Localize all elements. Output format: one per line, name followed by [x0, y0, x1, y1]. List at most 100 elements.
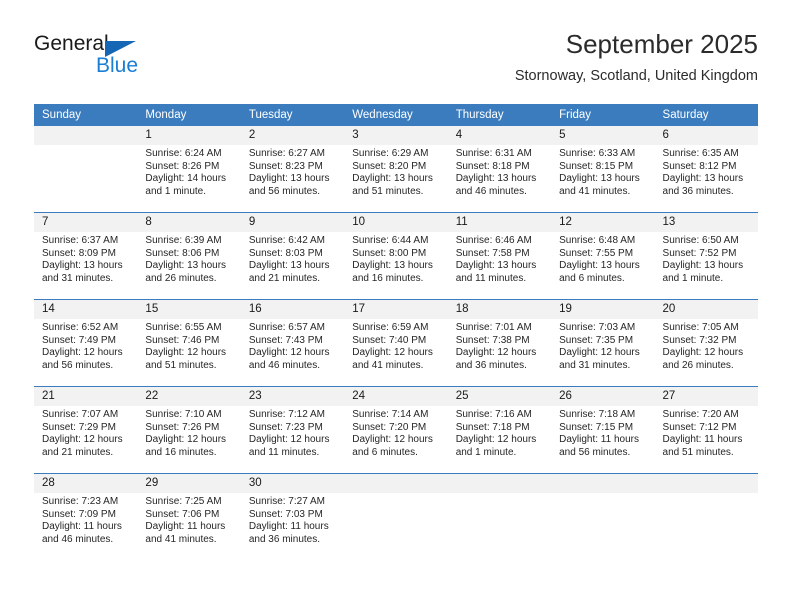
sunset-text: Sunset: 7:46 PM	[145, 334, 220, 346]
day-number-cell[interactable]: 8	[137, 213, 241, 232]
sunset-text: Sunset: 8:06 PM	[145, 247, 220, 259]
calendar-page: General Blue September 2025 Stornoway, S…	[0, 0, 792, 612]
day-number-cell[interactable]: 11	[447, 213, 552, 232]
daylight-text: Daylight: 13 hours and 51 minutes.	[352, 173, 433, 197]
day-detail-cell[interactable]: Sunrise: 6:48 AM Sunset: 7:55 PM Daylight:…	[551, 232, 655, 299]
empty-day-detail-cell	[551, 493, 655, 560]
sunrise-text: Sunrise: 6:52 AM	[42, 322, 119, 333]
daylight-text: Daylight: 12 hours and 36 minutes.	[455, 347, 537, 371]
sunrise-text: Sunrise: 6:42 AM	[248, 235, 325, 246]
day-number-cell[interactable]: 6	[654, 126, 758, 145]
day-number-cell[interactable]: 24	[344, 387, 448, 406]
day-number-cell[interactable]: 4	[447, 126, 552, 145]
sunrise-text: Sunrise: 6:29 AM	[352, 148, 429, 159]
day-detail-cell[interactable]: Sunrise: 6:52 AM Sunset: 7:49 PM Daylight:…	[34, 319, 138, 386]
sunrise-text: Sunrise: 6:31 AM	[455, 148, 532, 159]
day-number-cell[interactable]: 13	[654, 213, 758, 232]
day-number-cell[interactable]: 3	[344, 126, 448, 145]
day-detail-cell[interactable]: Sunrise: 6:46 AM Sunset: 7:58 PM Daylight:…	[447, 232, 552, 299]
sunrise-text: Sunrise: 6:37 AM	[42, 235, 119, 246]
day-detail-cell[interactable]: Sunrise: 6:35 AM Sunset: 8:12 PM Daylight:…	[654, 145, 758, 212]
sunset-text: Sunset: 7:52 PM	[662, 247, 737, 259]
day-detail-cell[interactable]: Sunrise: 6:42 AM Sunset: 8:03 PM Daylight:…	[240, 232, 345, 299]
sunset-text: Sunset: 7:06 PM	[145, 508, 220, 520]
daylight-text: Daylight: 13 hours and 26 minutes.	[145, 260, 227, 284]
calendar-table: Sunday Monday Tuesday Wednesday Thursday…	[34, 104, 758, 560]
location-subtitle: Stornoway, Scotland, United Kingdom	[514, 68, 758, 84]
day-detail-cell[interactable]: Sunrise: 6:44 AM Sunset: 8:00 PM Daylight:…	[344, 232, 448, 299]
day-detail-cell[interactable]: Sunrise: 7:18 AM Sunset: 7:15 PM Daylight:…	[551, 406, 655, 473]
day-detail-cell[interactable]: Sunrise: 6:55 AM Sunset: 7:46 PM Daylight:…	[137, 319, 241, 386]
day-number-cell[interactable]: 21	[34, 387, 138, 406]
day-detail-cell[interactable]: Sunrise: 7:03 AM Sunset: 7:35 PM Daylight:…	[551, 319, 655, 386]
daylight-text: Daylight: 11 hours and 46 minutes.	[42, 521, 122, 545]
day-detail-cell[interactable]: Sunrise: 6:31 AM Sunset: 8:18 PM Daylight:…	[447, 145, 552, 212]
logo-text-general: General	[34, 32, 109, 55]
day-number-cell[interactable]: 28	[34, 474, 138, 493]
day-detail-cell[interactable]: Sunrise: 7:01 AM Sunset: 7:38 PM Daylight:…	[447, 319, 552, 386]
weekday-header-saturday: Saturday	[654, 104, 758, 126]
day-detail-cell[interactable]: Sunrise: 6:33 AM Sunset: 8:15 PM Daylight:…	[551, 145, 655, 212]
day-number-cell[interactable]: 19	[551, 300, 655, 319]
sunset-text: Sunset: 8:23 PM	[248, 160, 323, 172]
empty-day-number-cell	[344, 474, 448, 493]
sunset-text: Sunset: 8:03 PM	[248, 247, 323, 259]
day-number-cell[interactable]: 20	[654, 300, 758, 319]
day-number-cell[interactable]: 12	[551, 213, 655, 232]
day-detail-cell[interactable]: Sunrise: 6:57 AM Sunset: 7:43 PM Daylight:…	[240, 319, 345, 386]
day-detail-cell[interactable]: Sunrise: 7:20 AM Sunset: 7:12 PM Daylight:…	[654, 406, 758, 473]
sunset-text: Sunset: 7:20 PM	[352, 421, 427, 433]
weekday-header-wednesday: Wednesday	[344, 104, 448, 126]
day-number-cell[interactable]: 9	[240, 213, 345, 232]
sunrise-text: Sunrise: 7:20 AM	[662, 409, 739, 420]
day-detail-cell[interactable]: Sunrise: 6:29 AM Sunset: 8:20 PM Daylight:…	[344, 145, 448, 212]
day-number-cell[interactable]: 14	[34, 300, 138, 319]
calendar-header-row: Sunday Monday Tuesday Wednesday Thursday…	[34, 104, 758, 126]
day-detail-cell[interactable]: Sunrise: 7:16 AM Sunset: 7:18 PM Daylight:…	[447, 406, 552, 473]
day-detail-cell[interactable]: Sunrise: 6:24 AM Sunset: 8:26 PM Daylight:…	[137, 145, 241, 212]
day-number-cell[interactable]: 5	[551, 126, 655, 145]
day-number-cell[interactable]: 2	[240, 126, 345, 145]
day-detail-cell[interactable]: Sunrise: 7:14 AM Sunset: 7:20 PM Daylight:…	[344, 406, 448, 473]
day-detail-cell[interactable]: Sunrise: 7:10 AM Sunset: 7:26 PM Daylight:…	[137, 406, 241, 473]
day-detail-cell[interactable]: Sunrise: 7:05 AM Sunset: 7:32 PM Daylight:…	[654, 319, 758, 386]
sunset-text: Sunset: 7:35 PM	[559, 334, 634, 346]
empty-day-number-cell	[654, 474, 758, 493]
day-number-cell[interactable]: 16	[240, 300, 345, 319]
day-detail-cell[interactable]: Sunrise: 7:12 AM Sunset: 7:23 PM Daylight:…	[240, 406, 345, 473]
sunrise-text: Sunrise: 7:16 AM	[455, 409, 532, 420]
day-detail-cell[interactable]: Sunrise: 7:25 AM Sunset: 7:06 PM Daylight:…	[137, 493, 241, 560]
day-detail-cell[interactable]: Sunrise: 7:07 AM Sunset: 7:29 PM Daylight:…	[34, 406, 138, 473]
day-number-cell[interactable]: 26	[551, 387, 655, 406]
day-detail-cell[interactable]: Sunrise: 7:23 AM Sunset: 7:09 PM Daylight:…	[34, 493, 138, 560]
sunset-text: Sunset: 7:26 PM	[145, 421, 220, 433]
day-number-cell[interactable]: 1	[137, 126, 241, 145]
day-detail-cell[interactable]: Sunrise: 7:27 AM Sunset: 7:03 PM Daylight:…	[240, 493, 345, 560]
day-number-cell[interactable]: 7	[34, 213, 138, 232]
day-number-cell[interactable]: 23	[240, 387, 345, 406]
day-detail-cell[interactable]: Sunrise: 6:37 AM Sunset: 8:09 PM Daylight:…	[34, 232, 138, 299]
day-detail-cell[interactable]: Sunrise: 6:59 AM Sunset: 7:40 PM Daylight:…	[344, 319, 448, 386]
day-number-cell[interactable]: 25	[447, 387, 552, 406]
day-number-cell[interactable]: 15	[137, 300, 241, 319]
daylight-text: Daylight: 13 hours and 41 minutes.	[559, 173, 640, 197]
day-number-cell[interactable]: 27	[654, 387, 758, 406]
day-number-cell[interactable]: 18	[447, 300, 552, 319]
sunset-text: Sunset: 8:20 PM	[352, 160, 427, 172]
day-detail-cell[interactable]: Sunrise: 6:27 AM Sunset: 8:23 PM Daylight:…	[240, 145, 345, 212]
daylight-text: Daylight: 11 hours and 51 minutes.	[662, 434, 743, 458]
day-number-cell[interactable]: 10	[344, 213, 448, 232]
empty-day-detail-cell	[654, 493, 758, 560]
sunset-text: Sunset: 7:55 PM	[559, 247, 634, 259]
day-number-cell[interactable]: 17	[344, 300, 448, 319]
daylight-text: Daylight: 13 hours and 1 minute.	[662, 260, 744, 284]
day-number-cell[interactable]: 22	[137, 387, 241, 406]
day-detail-cell[interactable]: Sunrise: 6:50 AM Sunset: 7:52 PM Daylight:…	[654, 232, 758, 299]
general-blue-logo[interactable]: General Blue	[34, 32, 234, 90]
day-number-row: 14 15 16 17 18 19 20	[34, 300, 758, 319]
day-detail-cell[interactable]: Sunrise: 6:39 AM Sunset: 8:06 PM Daylight:…	[137, 232, 241, 299]
daylight-text: Daylight: 13 hours and 11 minutes.	[455, 260, 537, 284]
day-number-cell[interactable]: 30	[240, 474, 345, 493]
day-number-cell[interactable]: 29	[137, 474, 241, 493]
daylight-text: Daylight: 13 hours and 56 minutes.	[248, 173, 330, 197]
